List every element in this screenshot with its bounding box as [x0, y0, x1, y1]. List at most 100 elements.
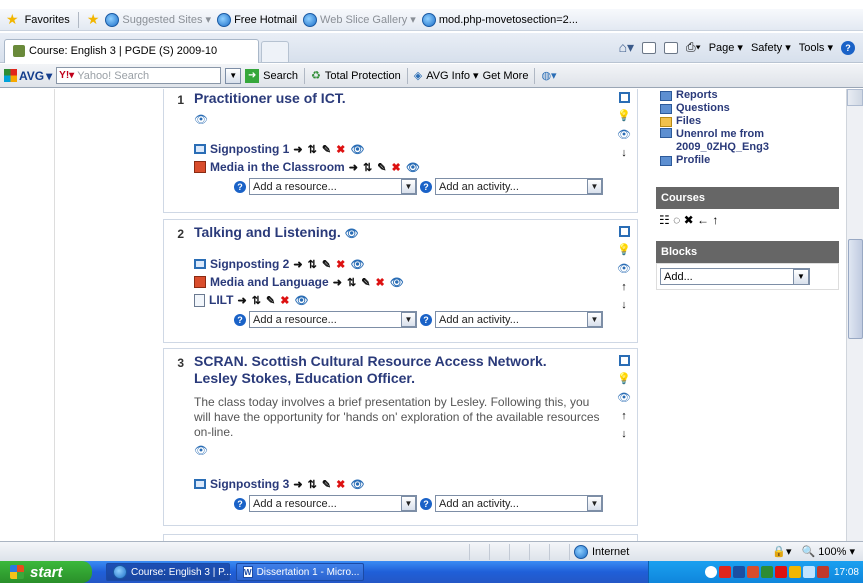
protected-mode-icon[interactable]: 🔒▾ [772, 545, 791, 558]
help-icon[interactable]: ? [420, 180, 432, 193]
move-down-icon[interactable]: ↓ [621, 428, 627, 440]
hide-summary-icon[interactable]: 👁 [194, 113, 637, 126]
add-activity-select[interactable]: Add an activity... ▼ [435, 495, 603, 512]
taskbar-item-ie[interactable]: Course: English 3 | P... [106, 563, 232, 581]
page-menu[interactable]: Page ▾ [709, 41, 743, 54]
resource-media-in-classroom[interactable]: Media in the Classroom ➜ ⇅ ✎ ✖ 👁 [194, 158, 637, 176]
search-go-icon[interactable]: ➜ [245, 68, 260, 83]
get-more-button[interactable]: Get More [483, 70, 529, 82]
add-activity-select[interactable]: Add an activity... ▼ [435, 178, 603, 195]
resource-actions[interactable]: ➜ ⇅ ✎ ✖ 👁 [293, 478, 365, 491]
resource-actions[interactable]: ➜ ⇅ ✎ ✖ 👁 [237, 294, 309, 307]
section-number: 3 [177, 356, 184, 370]
tray-shield-icon[interactable] [774, 566, 787, 578]
hide-summary-icon[interactable]: 👁 [345, 228, 359, 240]
avg-info-menu[interactable]: AVG Info ▾ [426, 69, 478, 82]
resource-actions[interactable]: ➜ ⇅ ✎ ✖ 👁 [333, 276, 405, 289]
help-icon[interactable]: ? [420, 313, 432, 326]
delete-block-icon[interactable]: ✖ [684, 213, 694, 227]
hide-summary-icon[interactable]: 👁 [194, 444, 637, 457]
admin-link-unenrol[interactable]: Unenrol me from 2009_0ZHQ_Eng3 [660, 128, 839, 154]
resource-lilt[interactable]: LILT ➜ ⇅ ✎ ✖ 👁 [194, 291, 637, 309]
add-resource-select[interactable]: Add a resource... ▼ [249, 178, 417, 195]
resource-signposting-2[interactable]: Signposting 2 ➜ ⇅ ✎ ✖ 👁 [194, 255, 637, 273]
move-up-icon[interactable]: ↑ [712, 213, 718, 227]
move-down-icon[interactable]: ↓ [621, 147, 627, 159]
hide-section-icon[interactable]: 👁 [617, 262, 631, 275]
add-favorite-icon[interactable]: ★ [87, 11, 100, 28]
browser-tab[interactable]: Course: English 3 | PGDE (S) 2009-10 [4, 38, 259, 63]
windows-taskbar: start Course: English 3 | P... W Dissert… [0, 561, 863, 583]
admin-link-reports[interactable]: Reports [660, 89, 839, 102]
favorites-star-icon[interactable]: ★ [6, 11, 19, 28]
hide-section-icon[interactable]: 👁 [617, 128, 631, 141]
yahoo-search-input[interactable]: Y!▾ Yahoo! Search [56, 67, 222, 84]
tray-back-icon[interactable] [704, 566, 717, 578]
resource-signposting-1[interactable]: Signposting 1 ➜ ⇅ ✎ ✖ 👁 [194, 140, 637, 158]
start-button[interactable]: start [0, 561, 92, 583]
taskbar-item-word[interactable]: W Dissertation 1 - Micro... [236, 563, 364, 581]
vertical-scrollbar[interactable] [846, 89, 863, 541]
mail-icon[interactable] [664, 41, 679, 54]
new-tab-button[interactable] [261, 40, 289, 63]
tray-alert-icon[interactable] [816, 566, 829, 578]
resource-actions[interactable]: ➜ ⇅ ✎ ✖ 👁 [293, 143, 365, 156]
help-icon[interactable]: ? [234, 180, 246, 193]
add-resource-select[interactable]: Add a resource... ▼ [249, 311, 417, 328]
search-button[interactable]: Search [263, 70, 298, 82]
web-slice-gallery-link[interactable]: Web Slice Gallery ▾ [303, 12, 416, 27]
help-icon[interactable]: ? [234, 497, 246, 510]
help-icon[interactable]: ? [420, 497, 432, 510]
ie-icon [105, 12, 120, 27]
move-left-icon[interactable]: ← [697, 213, 709, 227]
resource-media-and-language[interactable]: Media and Language ➜ ⇅ ✎ ✖ 👁 [194, 273, 637, 291]
total-protection-button[interactable]: Total Protection [325, 70, 401, 82]
tray-volume-icon[interactable] [802, 566, 815, 578]
movetosection-link[interactable]: mod.php-movetosection=2... [421, 12, 578, 27]
scroll-thumb[interactable] [848, 239, 863, 339]
print-icon[interactable]: ⎙▾ [686, 40, 701, 55]
tray-app-icon[interactable] [760, 566, 773, 578]
move-up-icon[interactable]: ↑ [621, 281, 627, 293]
search-dropdown-button[interactable]: ▼ [225, 67, 242, 84]
edit-block-icon[interactable]: ☷ [659, 213, 670, 227]
resource-signposting-3[interactable]: Signposting 3 ➜ ⇅ ✎ ✖ 👁 [194, 475, 637, 493]
safety-menu[interactable]: Safety ▾ [751, 41, 791, 54]
avg-extra-icon[interactable]: ◍▾ [541, 69, 556, 82]
move-up-icon[interactable]: ↑ [621, 410, 627, 422]
move-down-icon[interactable]: ↓ [621, 299, 627, 311]
free-hotmail-link[interactable]: Free Hotmail [217, 12, 297, 27]
highlight-bulb-icon[interactable]: 💡 [617, 109, 631, 122]
admin-link-questions[interactable]: Questions [660, 102, 839, 115]
suggested-sites-link[interactable]: Suggested Sites ▾ [105, 12, 211, 27]
tools-menu[interactable]: Tools ▾ [799, 41, 833, 54]
home-icon[interactable]: ⌂▾ [619, 39, 634, 56]
resource-actions[interactable]: ➜ ⇅ ✎ ✖ 👁 [293, 258, 365, 271]
avg-logo[interactable]: AVG ▾ [4, 69, 52, 83]
add-resource-select[interactable]: Add a resource... ▼ [249, 495, 417, 512]
admin-link-profile[interactable]: Profile [660, 154, 839, 167]
favorites-label[interactable]: Favorites [25, 14, 70, 26]
highlight-bulb-icon[interactable]: 💡 [617, 243, 631, 256]
show-one-section-icon[interactable] [618, 226, 630, 237]
show-one-section-icon[interactable] [618, 355, 630, 366]
show-one-section-icon[interactable] [618, 92, 630, 103]
word-icon: W [243, 566, 253, 578]
hide-section-icon[interactable]: 👁 [617, 391, 631, 404]
add-activity-select[interactable]: Add an activity... ▼ [435, 311, 603, 328]
tray-security-icon[interactable] [746, 566, 759, 578]
tray-avg-icon[interactable] [718, 566, 731, 578]
feeds-icon[interactable] [642, 41, 657, 54]
tray-user-icon[interactable] [788, 566, 801, 578]
tray-network-icon[interactable] [732, 566, 745, 578]
help-icon[interactable]: ? [234, 313, 246, 326]
resource-actions[interactable]: ➜ ⇅ ✎ ✖ 👁 [349, 161, 421, 174]
admin-link-files[interactable]: Files [660, 115, 839, 128]
zoom-control[interactable]: 🔍 100% ▾ [802, 545, 855, 558]
add-block-select[interactable]: Add... ▼ [660, 268, 810, 285]
favorites-bar: ★ Favorites ★ Suggested Sites ▾ Free Hot… [0, 9, 863, 31]
help-icon[interactable]: ? [841, 40, 855, 55]
highlight-bulb-icon[interactable]: 💡 [617, 372, 631, 385]
hide-block-icon[interactable]: ◌ [673, 213, 680, 227]
scroll-up-button[interactable] [847, 89, 863, 106]
